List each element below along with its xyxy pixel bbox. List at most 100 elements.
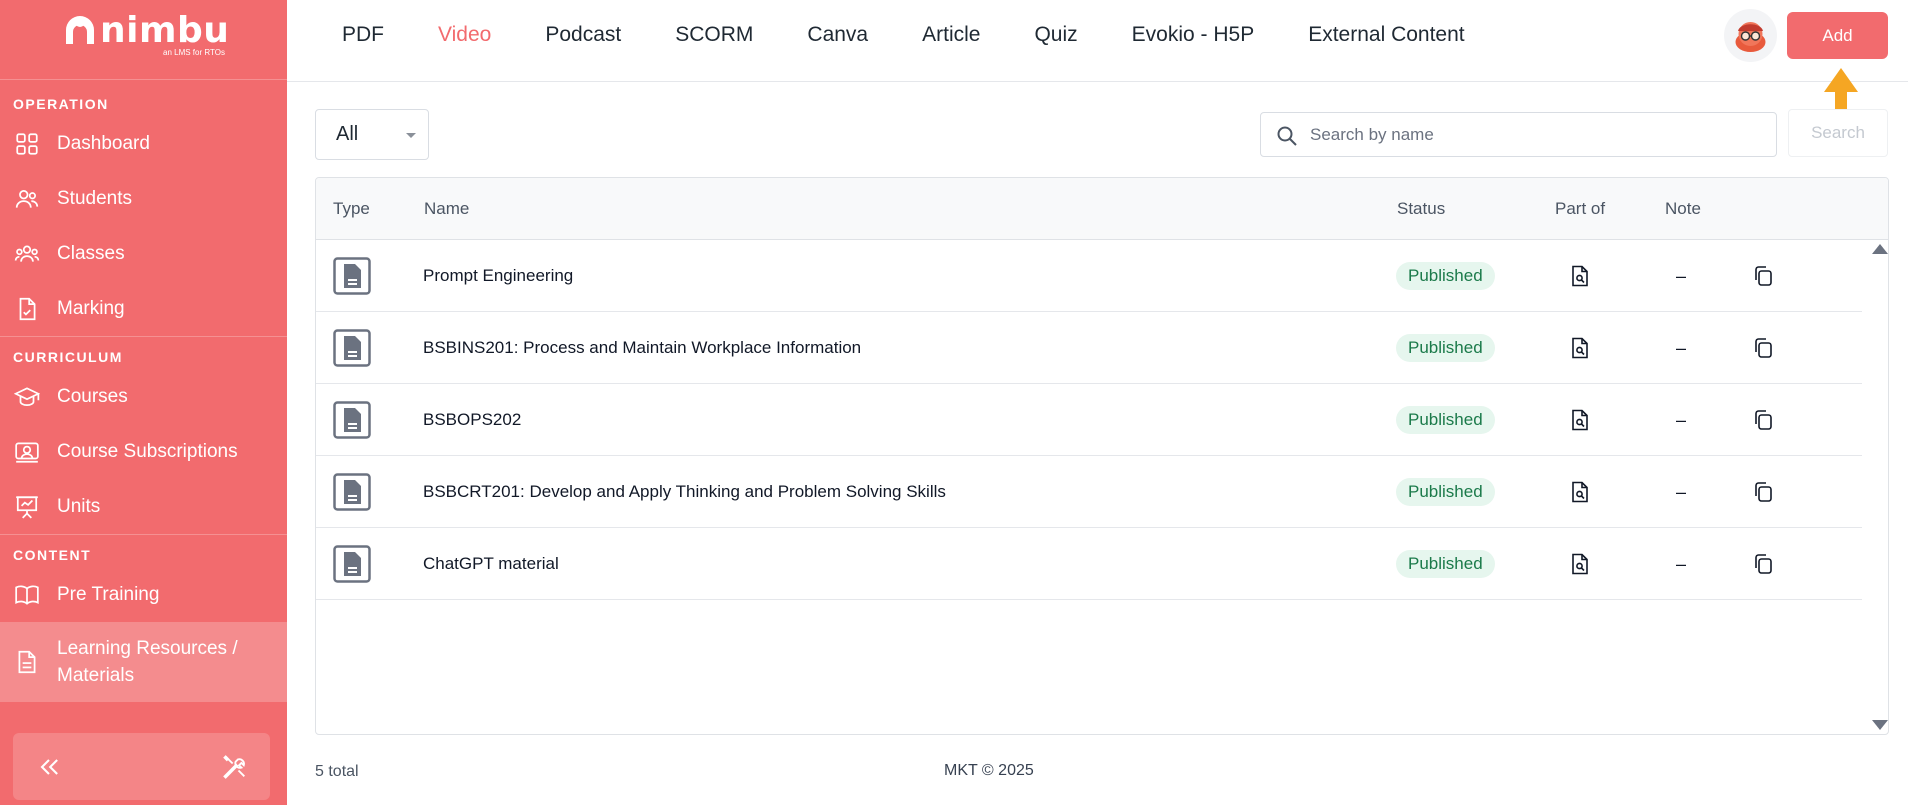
- document-type-icon: [333, 401, 371, 439]
- add-button[interactable]: Add: [1787, 12, 1888, 59]
- sidebar-item-pre-training[interactable]: Pre Training: [0, 567, 287, 622]
- sidebar-item-marking[interactable]: Marking: [0, 281, 287, 336]
- part-of-cell: [1568, 312, 1592, 384]
- copy-icon[interactable]: [1751, 408, 1775, 432]
- part-of-cell: [1568, 528, 1592, 600]
- status-badge: Published: [1396, 478, 1495, 506]
- part-of-cell: [1568, 384, 1592, 456]
- part-of-preview-icon[interactable]: [1568, 552, 1592, 576]
- note-cell: –: [1676, 384, 1686, 456]
- status-cell: Published: [1396, 240, 1495, 312]
- sidebar-item-students[interactable]: Students: [0, 171, 287, 226]
- table-row[interactable]: BSBINS201: Process and Maintain Workplac…: [316, 312, 1862, 384]
- sidebar-item-learning-resources[interactable]: Learning Resources / Materials: [0, 622, 287, 702]
- note-value: –: [1676, 553, 1687, 574]
- tab-quiz[interactable]: Quiz: [1034, 23, 1077, 47]
- sidebar-item-course-subscriptions[interactable]: Course Subscriptions: [0, 424, 287, 479]
- part-of-preview-icon[interactable]: [1568, 408, 1592, 432]
- actions-cell: [1751, 240, 1775, 312]
- tab-external-content[interactable]: External Content: [1308, 23, 1464, 47]
- part-of-preview-icon[interactable]: [1568, 264, 1592, 288]
- status-cell: Published: [1396, 456, 1495, 528]
- note-value: –: [1676, 265, 1687, 286]
- sidebar-item-units[interactable]: Units: [0, 479, 287, 534]
- document-type-icon: [333, 257, 371, 295]
- tab-video[interactable]: Video: [438, 23, 491, 47]
- status-badge: Published: [1396, 334, 1495, 362]
- tab-scorm[interactable]: SCORM: [675, 23, 753, 47]
- sidebar-item-courses[interactable]: Courses: [0, 369, 287, 424]
- type-filter-select[interactable]: All: [315, 109, 429, 160]
- resource-name[interactable]: BSBOPS202: [423, 410, 521, 430]
- column-header-type: Type: [333, 199, 370, 218]
- avatar[interactable]: [1724, 9, 1777, 62]
- scroll-down-arrow[interactable]: [1872, 720, 1888, 730]
- chevron-down-icon: [406, 133, 416, 138]
- document-check-icon: [19, 297, 36, 320]
- sidebar-item-label: Dashboard: [57, 132, 150, 154]
- section-label-content: CONTENT: [13, 547, 92, 563]
- sidebar-item-label: Units: [57, 495, 101, 517]
- document-type-icon: [333, 545, 371, 583]
- brand-tagline: an LMS for RTOs: [163, 48, 225, 57]
- tab-canva[interactable]: Canva: [807, 23, 868, 47]
- copy-icon[interactable]: [1751, 336, 1775, 360]
- sidebar-footer: [13, 733, 270, 800]
- sidebar-item-label: Courses: [57, 385, 128, 407]
- collapse-sidebar-icon[interactable]: [35, 753, 63, 781]
- table-row[interactable]: BSBCRT201: Develop and Apply Thinking an…: [316, 456, 1862, 528]
- sidebar-item-label: Course Subscriptions: [57, 440, 238, 462]
- column-header-note: Note: [1665, 199, 1701, 218]
- column-header-status: Status: [1397, 199, 1446, 218]
- resources-table: Type Name Status Part of Note Prompt Eng…: [315, 177, 1889, 735]
- group-icon: [14, 245, 40, 262]
- type-cell: [333, 312, 371, 384]
- tab-article[interactable]: Article: [922, 23, 980, 47]
- tab-pdf[interactable]: PDF: [342, 23, 384, 47]
- actions-cell: [1751, 528, 1775, 600]
- tab-podcast[interactable]: Podcast: [545, 23, 621, 47]
- document-type-icon: [333, 329, 371, 367]
- part-of-preview-icon[interactable]: [1568, 336, 1592, 360]
- table-row[interactable]: Prompt Engineering Published –: [316, 240, 1862, 312]
- note-cell: –: [1676, 528, 1686, 600]
- search-button[interactable]: Search: [1788, 109, 1888, 157]
- grid-icon: [16, 132, 38, 155]
- copy-icon[interactable]: [1751, 552, 1775, 576]
- type-cell: [333, 384, 371, 456]
- sidebar-item-dashboard[interactable]: Dashboard: [0, 116, 287, 171]
- file-text-icon: [18, 650, 36, 674]
- copyright: MKT © 2025: [944, 762, 1034, 779]
- table-row[interactable]: BSBOPS202 Published –: [316, 384, 1862, 456]
- sidebar-item-label: Learning Resources / Materials: [57, 638, 238, 686]
- status-badge: Published: [1396, 550, 1495, 578]
- sidebar-item-classes[interactable]: Classes: [0, 226, 287, 281]
- table-row[interactable]: ChatGPT material Published –: [316, 528, 1862, 600]
- nimbu-logo-icon: [66, 16, 94, 44]
- resource-name[interactable]: ChatGPT material: [423, 554, 559, 574]
- note-cell: –: [1676, 456, 1686, 528]
- resource-name[interactable]: Prompt Engineering: [423, 266, 573, 286]
- note-value: –: [1676, 481, 1687, 502]
- sidebar-item-label: Marking: [57, 297, 125, 319]
- copy-icon[interactable]: [1751, 264, 1775, 288]
- section-label-curriculum: CURRICULUM: [13, 349, 123, 365]
- status-cell: Published: [1396, 384, 1495, 456]
- status-cell: Published: [1396, 312, 1495, 384]
- resource-name[interactable]: BSBCRT201: Develop and Apply Thinking an…: [423, 482, 946, 502]
- type-filter-value: All: [336, 123, 359, 145]
- tab-evokio-h5p[interactable]: Evokio - H5P: [1132, 23, 1255, 47]
- search-input[interactable]: [1310, 113, 1770, 156]
- name-cell: BSBINS201: Process and Maintain Workplac…: [423, 312, 861, 384]
- copy-icon[interactable]: [1751, 480, 1775, 504]
- part-of-preview-icon[interactable]: [1568, 480, 1592, 504]
- tools-icon[interactable]: [221, 753, 249, 781]
- table-header: Type Name Status Part of Note: [316, 178, 1888, 240]
- resource-name[interactable]: BSBINS201: Process and Maintain Workplac…: [423, 338, 861, 358]
- note-cell: –: [1676, 312, 1686, 384]
- top-bar: PDF Video Podcast SCORM Canva Article Qu…: [287, 0, 1908, 82]
- scroll-up-arrow[interactable]: [1872, 244, 1888, 254]
- status-badge: Published: [1396, 262, 1495, 290]
- search-icon: [1277, 126, 1297, 146]
- content-type-tabs: PDF Video Podcast SCORM Canva Article Qu…: [342, 0, 1519, 70]
